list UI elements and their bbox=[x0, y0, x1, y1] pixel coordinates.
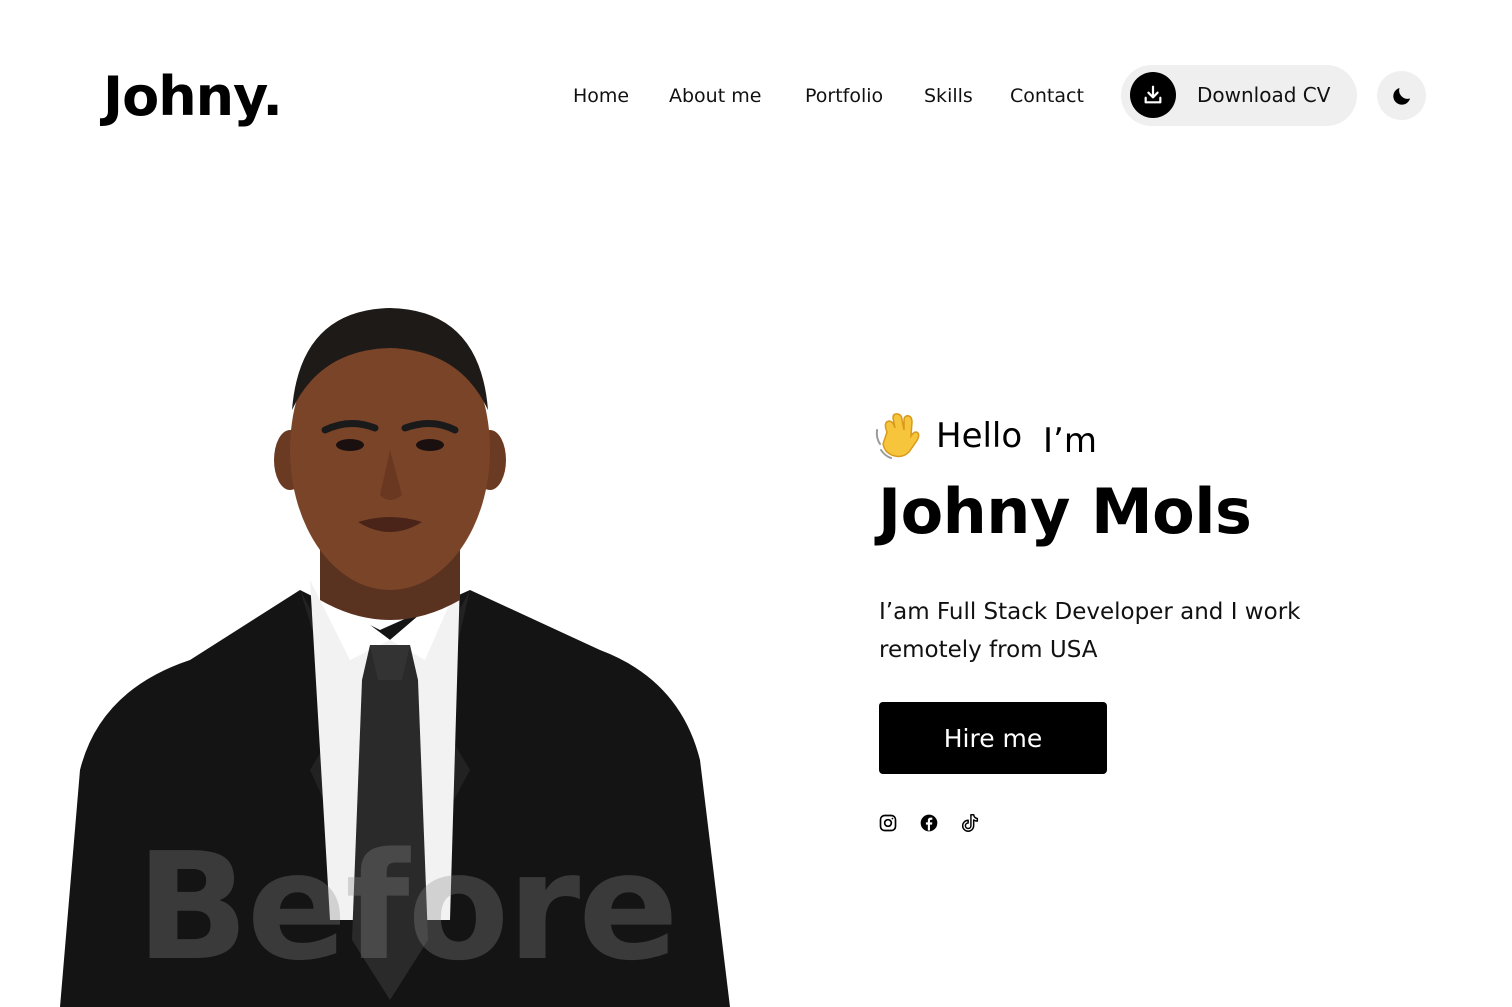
download-cv-button[interactable]: Download CV bbox=[1121, 65, 1357, 126]
facebook-icon[interactable] bbox=[918, 812, 940, 834]
portfolio-page: Johny. Home About me Portfolio Skills Co… bbox=[0, 0, 1512, 1007]
download-icon bbox=[1130, 72, 1176, 118]
logo[interactable]: Johny. bbox=[103, 62, 283, 132]
portrait-image bbox=[60, 308, 730, 1007]
hire-me-button[interactable]: Hire me bbox=[879, 702, 1107, 774]
nav-home[interactable]: Home bbox=[573, 84, 629, 108]
download-cv-label: Download CV bbox=[1197, 83, 1331, 107]
nav-about-me[interactable]: About me bbox=[669, 84, 761, 108]
tiktok-icon[interactable] bbox=[959, 812, 981, 834]
moon-icon bbox=[1390, 84, 1414, 108]
nav-contact[interactable]: Contact bbox=[1010, 84, 1084, 108]
instagram-icon[interactable] bbox=[877, 812, 899, 834]
im-text: I’m bbox=[1043, 421, 1097, 461]
waving-hand-icon bbox=[873, 410, 921, 460]
hero-description: I’am Full Stack Developer and I work rem… bbox=[879, 599, 1301, 663]
hello-text: Hello bbox=[936, 416, 1023, 456]
nav-skills[interactable]: Skills bbox=[924, 84, 973, 108]
theme-toggle-button[interactable] bbox=[1377, 71, 1426, 120]
hero-name: Johny Mols bbox=[878, 475, 1252, 548]
nav-portfolio[interactable]: Portfolio bbox=[805, 84, 883, 108]
